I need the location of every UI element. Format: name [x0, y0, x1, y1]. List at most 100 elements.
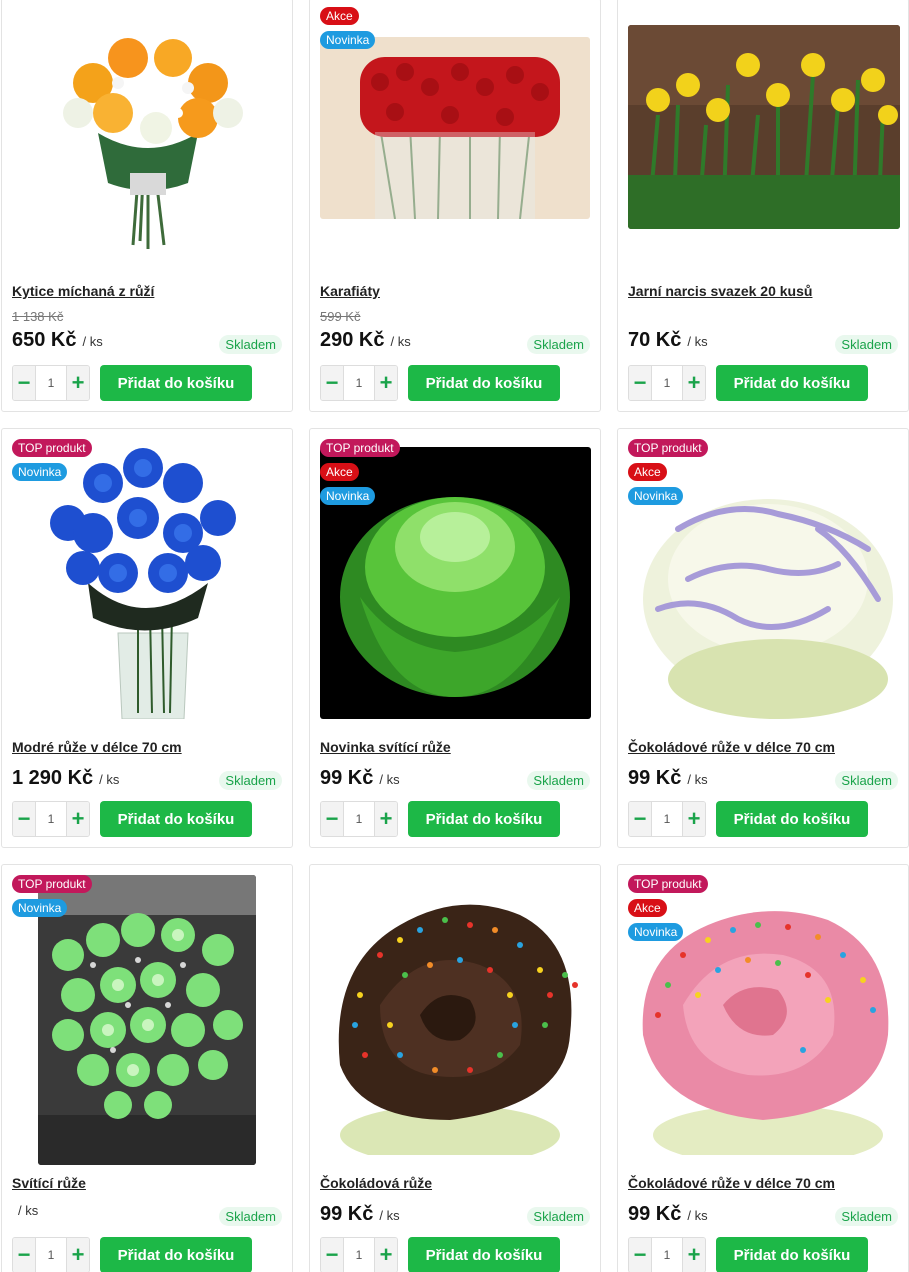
price: 99 Kč [320, 767, 374, 789]
add-to-cart-button[interactable]: Přidat do košíku [408, 365, 560, 401]
old-price: 1 138 Kč [12, 309, 64, 324]
quantity-stepper: − 1 + [12, 801, 90, 837]
increase-button[interactable]: + [375, 1238, 397, 1272]
price-line: 99 Kč / ks [320, 1203, 400, 1226]
quantity-input[interactable]: 1 [35, 1238, 67, 1272]
stock-badge: Skladem [219, 1207, 282, 1226]
price: 99 Kč [320, 1203, 374, 1225]
product-image[interactable] [320, 885, 592, 1155]
product-image[interactable] [628, 25, 900, 229]
price-unit: / ks [18, 1203, 39, 1218]
price: 99 Kč [628, 767, 682, 789]
price-line: / ks [12, 1203, 38, 1218]
product-name[interactable]: Novinka svítící růže [320, 739, 451, 755]
product-card: TOP produkt Novinka Svítící růže / ks Sk… [1, 864, 293, 1272]
stock-badge: Skladem [527, 771, 590, 790]
increase-button[interactable]: + [67, 802, 89, 836]
decrease-button[interactable]: − [321, 1238, 343, 1272]
badge-akce: Akce [628, 899, 667, 917]
quantity-stepper: − 1 + [628, 365, 706, 401]
add-to-cart-button[interactable]: Přidat do košíku [100, 801, 252, 837]
product-image[interactable] [38, 875, 256, 1165]
decrease-button[interactable]: − [13, 802, 35, 836]
add-to-cart-button[interactable]: Přidat do košíku [100, 1237, 252, 1272]
price-unit: / ks [379, 1208, 400, 1223]
price-line: 650 Kč / ks [12, 329, 103, 352]
decrease-button[interactable]: − [321, 366, 343, 400]
decrease-button[interactable]: − [13, 366, 35, 400]
product-card: TOP produkt Novinka Modré růže v délce 7 [1, 428, 293, 848]
increase-button[interactable]: + [375, 366, 397, 400]
quantity-stepper: − 1 + [12, 365, 90, 401]
badge-akce: Akce [628, 463, 667, 481]
quantity-input[interactable]: 1 [343, 366, 375, 400]
increase-button[interactable]: + [683, 802, 705, 836]
product-card: Kytice míchaná z růží 1 138 Kč 650 Kč / … [1, 0, 293, 412]
badge-novinka: Novinka [12, 899, 68, 917]
badge-akce: Akce [320, 7, 359, 25]
stock-badge: Skladem [219, 771, 282, 790]
quantity-input[interactable]: 1 [35, 366, 67, 400]
badge-list: Akce Novinka [320, 7, 376, 49]
decrease-button[interactable]: − [321, 802, 343, 836]
old-price: 599 Kč [320, 309, 361, 324]
decrease-button[interactable]: − [629, 366, 651, 400]
quantity-stepper: − 1 + [628, 1237, 706, 1272]
badge-list: TOP produkt Akce Novinka [628, 439, 708, 505]
price-line: 70 Kč / ks [628, 329, 708, 352]
product-name[interactable]: Svítící růže [12, 1175, 86, 1191]
stock-badge: Skladem [835, 1207, 898, 1226]
badge-list: TOP produkt Akce Novinka [320, 439, 400, 505]
increase-button[interactable]: + [683, 366, 705, 400]
increase-button[interactable]: + [375, 802, 397, 836]
decrease-button[interactable]: − [629, 802, 651, 836]
quantity-input[interactable]: 1 [651, 802, 683, 836]
price-line: 99 Kč / ks [628, 767, 708, 790]
add-to-cart-button[interactable]: Přidat do košíku [408, 1237, 560, 1272]
increase-button[interactable]: + [67, 366, 89, 400]
badge-list: TOP produkt Novinka [12, 875, 92, 917]
decrease-button[interactable]: − [629, 1238, 651, 1272]
quantity-stepper: − 1 + [628, 801, 706, 837]
price: 650 Kč [12, 329, 77, 351]
product-name[interactable]: Karafiáty [320, 283, 380, 299]
badge-novinka: Novinka [12, 463, 68, 481]
stock-badge: Skladem [835, 335, 898, 354]
quantity-input[interactable]: 1 [651, 366, 683, 400]
add-to-cart-button[interactable]: Přidat do košíku [716, 365, 868, 401]
product-image[interactable] [320, 37, 590, 219]
product-name[interactable]: Kytice míchaná z růží [12, 283, 154, 299]
price-unit: / ks [687, 1208, 708, 1223]
badge-novinka: Novinka [320, 487, 376, 505]
quantity-input[interactable]: 1 [651, 1238, 683, 1272]
badge-top-produkt: TOP produkt [628, 439, 708, 457]
badge-top-produkt: TOP produkt [320, 439, 400, 457]
badge-list: TOP produkt Akce Novinka [628, 875, 708, 941]
add-to-cart-button[interactable]: Přidat do košíku [100, 365, 252, 401]
add-to-cart-button[interactable]: Přidat do košíku [408, 801, 560, 837]
product-name[interactable]: Čokoládové růže v délce 70 cm [628, 1175, 835, 1191]
price: 70 Kč [628, 329, 682, 351]
product-name[interactable]: Jarní narcis svazek 20 kusů [628, 283, 812, 299]
product-name[interactable]: Modré růže v délce 70 cm [12, 739, 182, 755]
increase-button[interactable]: + [67, 1238, 89, 1272]
product-image[interactable] [38, 443, 250, 719]
price-unit: / ks [99, 772, 120, 787]
quantity-input[interactable]: 1 [343, 1238, 375, 1272]
price-unit: / ks [82, 334, 103, 349]
quantity-input[interactable]: 1 [35, 802, 67, 836]
add-to-cart-button[interactable]: Přidat do košíku [716, 1237, 868, 1272]
decrease-button[interactable]: − [13, 1238, 35, 1272]
product-image[interactable] [38, 13, 258, 253]
product-name[interactable]: Čokoládové růže v délce 70 cm [628, 739, 835, 755]
add-to-cart-button[interactable]: Přidat do košíku [716, 801, 868, 837]
quantity-stepper: − 1 + [12, 1237, 90, 1272]
quantity-input[interactable]: 1 [343, 802, 375, 836]
product-name[interactable]: Čokoládová růže [320, 1175, 432, 1191]
quantity-stepper: − 1 + [320, 365, 398, 401]
increase-button[interactable]: + [683, 1238, 705, 1272]
product-image[interactable] [628, 479, 900, 719]
badge-top-produkt: TOP produkt [12, 875, 92, 893]
price-line: 290 Kč / ks [320, 329, 411, 352]
badge-novinka: Novinka [628, 923, 684, 941]
